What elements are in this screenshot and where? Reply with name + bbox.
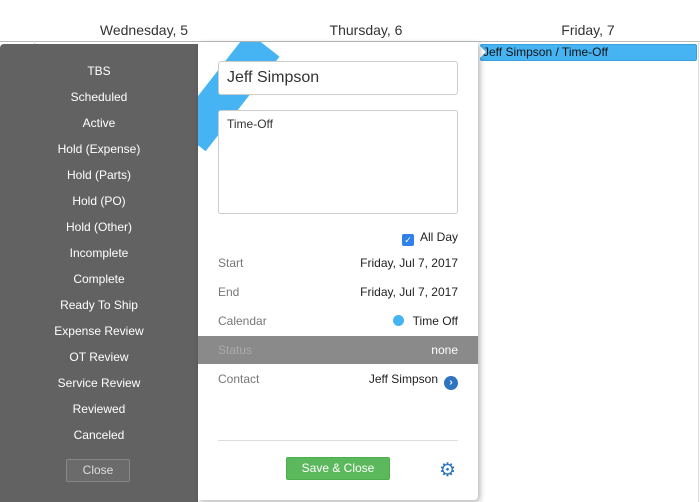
status-menu-item[interactable]: Scheduled <box>0 90 198 104</box>
title-input[interactable]: Jeff Simpson <box>218 61 458 95</box>
calendar-color-dot <box>392 315 404 326</box>
end-label: End <box>218 285 240 299</box>
start-label: Start <box>218 256 244 270</box>
chevron-right-circle-icon[interactable]: › <box>444 376 458 390</box>
description-textarea[interactable]: Time-Off <box>218 110 458 214</box>
divider <box>218 440 458 441</box>
status-menu-item[interactable]: Hold (Other) <box>0 220 198 234</box>
status-menu-item[interactable]: Service Review <box>0 376 198 390</box>
contact-row[interactable]: Contact Jeff Simpson › <box>218 372 458 390</box>
status-menu-item[interactable]: Reviewed <box>0 402 198 416</box>
close-button[interactable]: Close <box>66 459 130 482</box>
status-menu-item[interactable]: Complete <box>0 272 198 286</box>
status-menu-item[interactable]: Canceled <box>0 428 198 442</box>
calendar-value: Time Off <box>412 314 458 328</box>
status-menu-item[interactable]: Ready To Ship <box>0 298 198 312</box>
all-day-label: All Day <box>419 230 458 244</box>
status-menu-item[interactable]: Active <box>0 116 198 130</box>
status-menu-item[interactable]: Incomplete <box>0 246 198 260</box>
status-menu-item[interactable]: TBS <box>0 64 198 78</box>
start-row[interactable]: Start Friday, Jul 7, 2017 <box>218 256 458 272</box>
status-menu-item[interactable]: Hold (Parts) <box>0 168 198 182</box>
status-label: Status <box>218 343 253 357</box>
all-day-checkbox[interactable]: ✓ <box>401 234 414 246</box>
status-menu-item[interactable]: Hold (Expense) <box>0 142 198 156</box>
event-label: Jeff Simpson / Time-Off <box>483 45 608 59</box>
save-close-button[interactable]: Save & Close <box>286 457 390 480</box>
popup-pointer <box>478 44 486 60</box>
start-value[interactable]: Friday, Jul 7, 2017 <box>360 256 458 270</box>
day-header-thursday: Thursday, 6 <box>329 22 403 38</box>
divider <box>698 41 699 502</box>
event-popup: Jeff Simpson Time-Off ✓ All Day Start Frid… <box>198 42 478 500</box>
gear-icon[interactable]: ⚙ <box>439 459 456 482</box>
calendar-event[interactable]: Jeff Simpson / Time-Off <box>480 44 697 61</box>
contact-value: Jeff Simpson <box>368 372 438 386</box>
status-row[interactable]: Status none <box>198 336 478 364</box>
day-header-friday: Friday, 7 <box>561 22 615 38</box>
contact-label: Contact <box>218 372 260 386</box>
calendar-row[interactable]: Calendar Time Off <box>218 314 458 330</box>
status-value: none <box>431 343 458 357</box>
calendar-label: Calendar <box>218 314 267 328</box>
end-value[interactable]: Friday, Jul 7, 2017 <box>360 285 458 299</box>
day-header-wednesday: Wednesday, 5 <box>99 22 189 38</box>
status-menu: Close TBS Scheduled Active Hold (Expense) Ho… <box>0 44 198 502</box>
status-menu-item[interactable]: Hold (PO) <box>0 194 198 208</box>
end-row[interactable]: End Friday, Jul 7, 2017 <box>218 285 458 301</box>
status-menu-item[interactable]: OT Review <box>0 350 198 364</box>
status-menu-item[interactable]: Expense Review <box>0 324 198 338</box>
